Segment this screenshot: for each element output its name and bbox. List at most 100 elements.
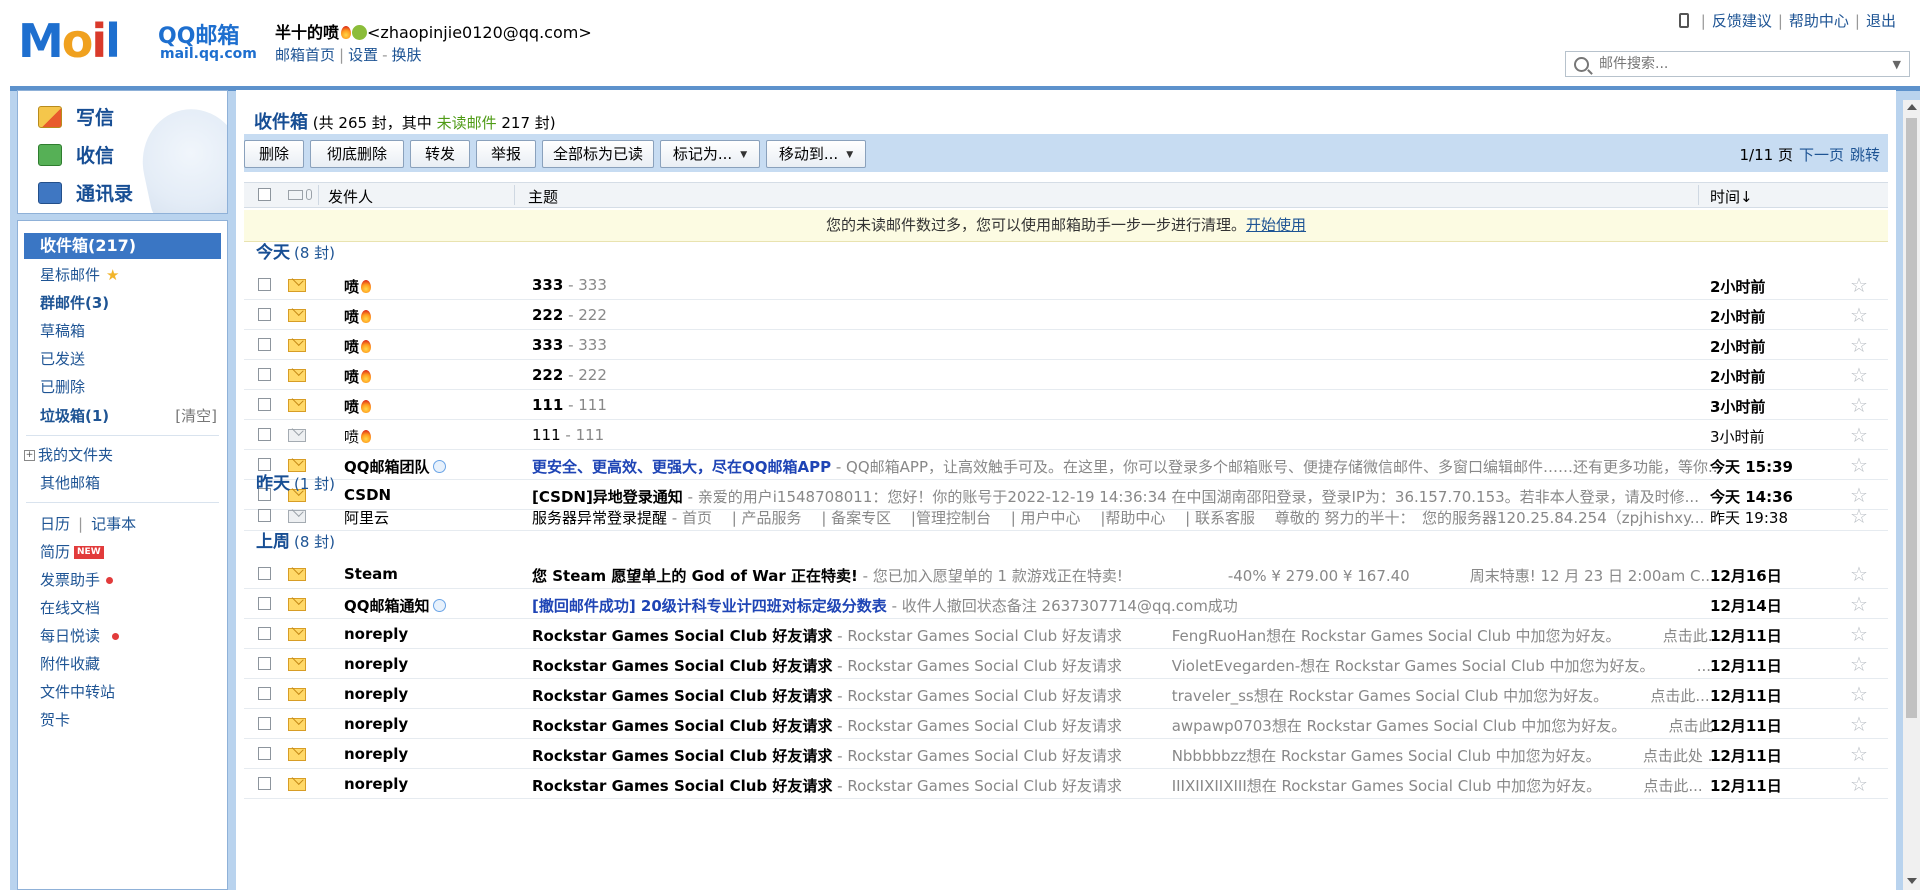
mail-row[interactable]: QQ邮箱通知 [撤回邮件成功] 20级计科专业计四班对标定级分数表 - 收件人撤回… — [244, 589, 1888, 619]
mail-sender[interactable]: 喷 — [344, 306, 372, 327]
star-toggle-icon[interactable]: ☆ — [1850, 742, 1868, 766]
mail-sender[interactable]: noreply — [344, 715, 408, 733]
star-toggle-icon[interactable]: ☆ — [1850, 333, 1868, 357]
mail-select-checkbox[interactable] — [258, 777, 271, 790]
mail-subject-cell[interactable]: 111 - 111 — [532, 426, 1722, 444]
mail-sender[interactable]: 喷 — [344, 336, 372, 357]
chevron-down-icon[interactable]: ▼ — [1893, 58, 1901, 71]
contacts-button[interactable]: 通讯录 — [38, 179, 133, 206]
mail-sender[interactable]: noreply — [344, 625, 408, 643]
mail-row[interactable]: 阿里云 服务器异常登录提醒 - 首页 | 产品服务 | 备案专区 |管理控制台 |… — [244, 501, 1888, 531]
mail-subject-cell[interactable]: Rockstar Games Social Club 好友请求 - Rockst… — [532, 655, 1722, 676]
sidebar-item-starred[interactable]: 星标邮件 ★ — [40, 264, 119, 285]
star-toggle-icon[interactable]: ☆ — [1850, 393, 1868, 417]
mailbox-home-link[interactable]: 邮箱首页 — [275, 46, 335, 64]
date-group-count-link[interactable]: (1 封) — [294, 475, 335, 493]
mail-select-checkbox[interactable] — [258, 687, 271, 700]
report-button[interactable]: 举报 — [476, 140, 536, 168]
mail-sender[interactable]: 喷 — [344, 426, 372, 447]
star-toggle-icon[interactable]: ☆ — [1850, 652, 1868, 676]
star-toggle-icon[interactable]: ☆ — [1850, 712, 1868, 736]
sidebar-item-deleted[interactable]: 已删除 — [40, 376, 85, 397]
sidebar-item-sent[interactable]: 已发送 — [40, 348, 85, 369]
mail-select-checkbox[interactable] — [258, 597, 271, 610]
start-cleanup-link[interactable]: 开始使用 — [1246, 216, 1306, 234]
change-skin-link[interactable]: 换肤 — [392, 46, 422, 64]
settings-link[interactable]: 设置 — [348, 46, 378, 64]
mail-select-checkbox[interactable] — [258, 567, 271, 580]
read-status-column-icon[interactable] — [288, 190, 303, 200]
star-toggle-icon[interactable]: ☆ — [1850, 504, 1868, 528]
sidebar-item-attachments[interactable]: 附件收藏 — [40, 653, 100, 674]
mail-subject-cell[interactable]: 您 Steam 愿望单上的 God of War 正在特卖! - 您已加入愿望单… — [532, 565, 1722, 586]
scrollbar-thumb[interactable] — [1906, 118, 1917, 718]
sidebar-item-group-mail[interactable]: 群邮件(3) — [40, 292, 109, 313]
mail-sender[interactable]: QQ邮箱团队 — [344, 456, 446, 477]
column-from[interactable]: 发件人 — [328, 186, 373, 207]
mail-select-checkbox[interactable] — [258, 509, 271, 522]
purge-button[interactable]: 彻底删除 — [310, 140, 404, 168]
mail-select-checkbox[interactable] — [258, 308, 271, 321]
mail-subject-cell[interactable]: Rockstar Games Social Club 好友请求 - Rockst… — [532, 685, 1722, 706]
star-toggle-icon[interactable]: ☆ — [1850, 303, 1868, 327]
mail-subject-cell[interactable]: 333 - 333 — [532, 276, 1722, 294]
date-group-count-link[interactable]: (8 封) — [294, 244, 335, 262]
mail-row[interactable]: 喷 222 - 222 2小时前 ☆ — [244, 360, 1888, 390]
clear-spam-link[interactable]: [清空] — [175, 405, 217, 426]
vertical-scrollbar[interactable] — [1903, 100, 1920, 890]
mail-select-checkbox[interactable] — [258, 338, 271, 351]
notes-link[interactable]: 记事本 — [91, 515, 136, 533]
star-toggle-icon[interactable]: ☆ — [1850, 592, 1868, 616]
column-time-sort[interactable]: 时间↓ — [1710, 186, 1753, 207]
star-toggle-icon[interactable]: ☆ — [1850, 622, 1868, 646]
mail-sender[interactable]: 喷 — [344, 396, 372, 417]
mail-select-checkbox[interactable] — [258, 717, 271, 730]
mail-subject-cell[interactable]: 更安全、更高效、更强大，尽在QQ邮箱APP - QQ邮箱APP，让高效触手可及。… — [532, 456, 1722, 477]
mail-subject-cell[interactable]: 111 - 111 — [532, 396, 1722, 414]
sidebar-item-invoice[interactable]: 发票助手 — [40, 569, 114, 590]
mail-select-checkbox[interactable] — [258, 428, 271, 441]
mail-subject-cell[interactable]: Rockstar Games Social Club 好友请求 - Rockst… — [532, 775, 1722, 796]
sidebar-item-drafts[interactable]: 草稿箱 — [40, 320, 85, 341]
search-input[interactable] — [1597, 55, 1881, 73]
compose-button[interactable]: 写信 — [38, 103, 114, 130]
calendar-link[interactable]: 日历 — [40, 515, 70, 533]
phone-icon[interactable] — [1678, 13, 1689, 28]
mail-sender[interactable]: 喷 — [344, 276, 372, 297]
star-toggle-icon[interactable]: ☆ — [1850, 562, 1868, 586]
qq-mail-logo[interactable]: Moil QQ邮箱 mail.qq.com — [18, 14, 257, 66]
mail-subject-cell[interactable]: 333 - 333 — [532, 336, 1722, 354]
help-center-link[interactable]: 帮助中心 — [1789, 10, 1849, 31]
sidebar-item-file-transfer[interactable]: 文件中转站 — [40, 681, 115, 702]
scroll-up-icon[interactable] — [1907, 104, 1917, 110]
mail-row[interactable]: 喷 222 - 222 2小时前 ☆ — [244, 300, 1888, 330]
mail-subject-cell[interactable]: 222 - 222 — [532, 306, 1722, 324]
mail-search-box[interactable]: ▼ — [1565, 51, 1910, 77]
sidebar-item-spam[interactable]: 垃圾箱(1) — [40, 405, 109, 426]
sidebar-item-other-mailboxes[interactable]: 其他邮箱 — [40, 472, 100, 493]
mail-row[interactable]: noreply Rockstar Games Social Club 好友请求 -… — [244, 709, 1888, 739]
star-toggle-icon[interactable]: ☆ — [1850, 453, 1868, 477]
select-all-checkbox[interactable] — [258, 188, 271, 201]
mail-sender[interactable]: Steam — [344, 565, 398, 583]
scroll-down-icon[interactable] — [1907, 878, 1917, 884]
mail-row[interactable]: noreply Rockstar Games Social Club 好友请求 -… — [244, 679, 1888, 709]
mail-sender[interactable]: noreply — [344, 775, 408, 793]
mail-row[interactable]: noreply Rockstar Games Social Club 好友请求 -… — [244, 649, 1888, 679]
forward-button[interactable]: 转发 — [410, 140, 470, 168]
attachment-column-icon[interactable] — [306, 189, 312, 200]
mail-select-checkbox[interactable] — [258, 627, 271, 640]
mail-sender[interactable]: 阿里云 — [344, 507, 389, 528]
mail-select-checkbox[interactable] — [258, 398, 271, 411]
star-toggle-icon[interactable]: ☆ — [1850, 423, 1868, 447]
receive-button[interactable]: 收信 — [38, 141, 114, 168]
star-toggle-icon[interactable]: ☆ — [1850, 682, 1868, 706]
mail-subject-cell[interactable]: Rockstar Games Social Club 好友请求 - Rockst… — [532, 745, 1722, 766]
unread-mail-link[interactable]: 未读邮件 — [437, 114, 497, 132]
mail-subject-cell[interactable]: 服务器异常登录提醒 - 首页 | 产品服务 | 备案专区 |管理控制台 | 用户… — [532, 507, 1722, 528]
star-toggle-icon[interactable]: ☆ — [1850, 273, 1868, 297]
sidebar-item-inbox[interactable]: 收件箱(217) — [24, 233, 221, 259]
mail-select-checkbox[interactable] — [258, 747, 271, 760]
jump-page-link[interactable]: 跳转 — [1850, 146, 1880, 164]
mail-subject-cell[interactable]: 222 - 222 — [532, 366, 1722, 384]
